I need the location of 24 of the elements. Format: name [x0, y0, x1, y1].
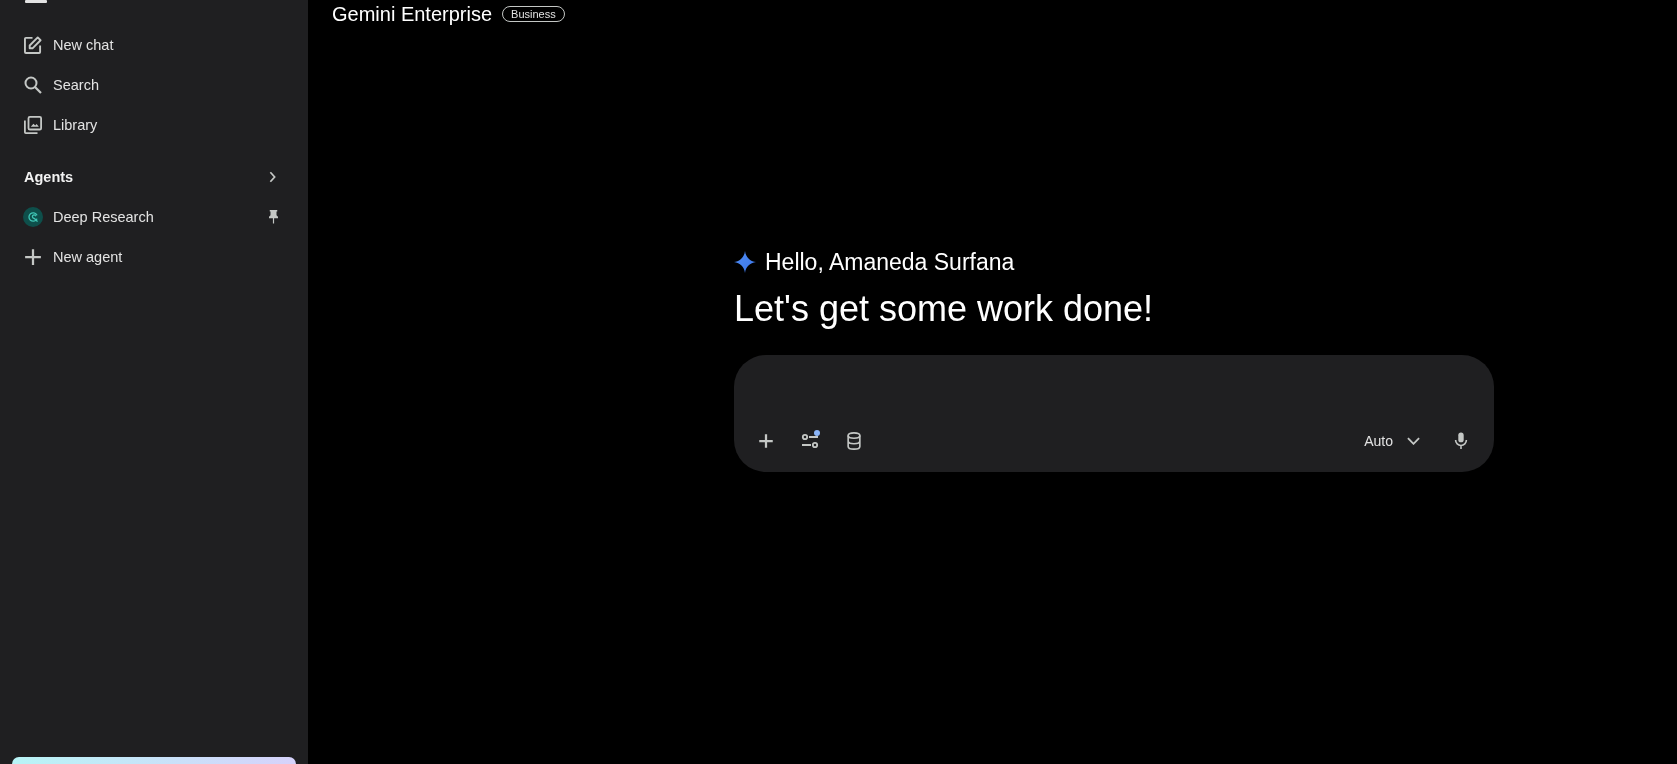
- prompt-field[interactable]: Auto: [734, 355, 1494, 472]
- new-agent-button[interactable]: New agent: [12, 237, 296, 277]
- plus-icon: [757, 432, 775, 450]
- microphone-icon: [1452, 432, 1470, 450]
- chevron-right-icon[interactable]: [269, 171, 276, 183]
- library-icon: [24, 116, 42, 134]
- mode-dropdown[interactable]: Auto: [1354, 425, 1430, 457]
- agent-avatar-icon: [23, 207, 43, 227]
- search-icon: [24, 76, 42, 94]
- agent-item[interactable]: Deep Research: [12, 197, 296, 237]
- sparkle-icon: [734, 251, 756, 273]
- database-icon: [845, 432, 863, 450]
- sidebar-item[interactable]: Search: [12, 65, 296, 105]
- plus-icon: [24, 248, 42, 266]
- chevron-down-icon: [1407, 437, 1420, 445]
- headline: Let's get some work done!: [734, 287, 1155, 331]
- sliders-icon: [801, 432, 819, 450]
- sidebar-item[interactable]: Library: [12, 105, 296, 145]
- sidebar-item[interactable]: New chat: [12, 25, 296, 65]
- pin-icon[interactable]: [269, 209, 278, 225]
- app-title: Gemini Enterprise: [332, 2, 493, 26]
- greeting-text: Hello, Amaneda Surfana: [765, 248, 1015, 276]
- compose-icon: [24, 36, 42, 54]
- section-heading: Agents: [24, 169, 74, 185]
